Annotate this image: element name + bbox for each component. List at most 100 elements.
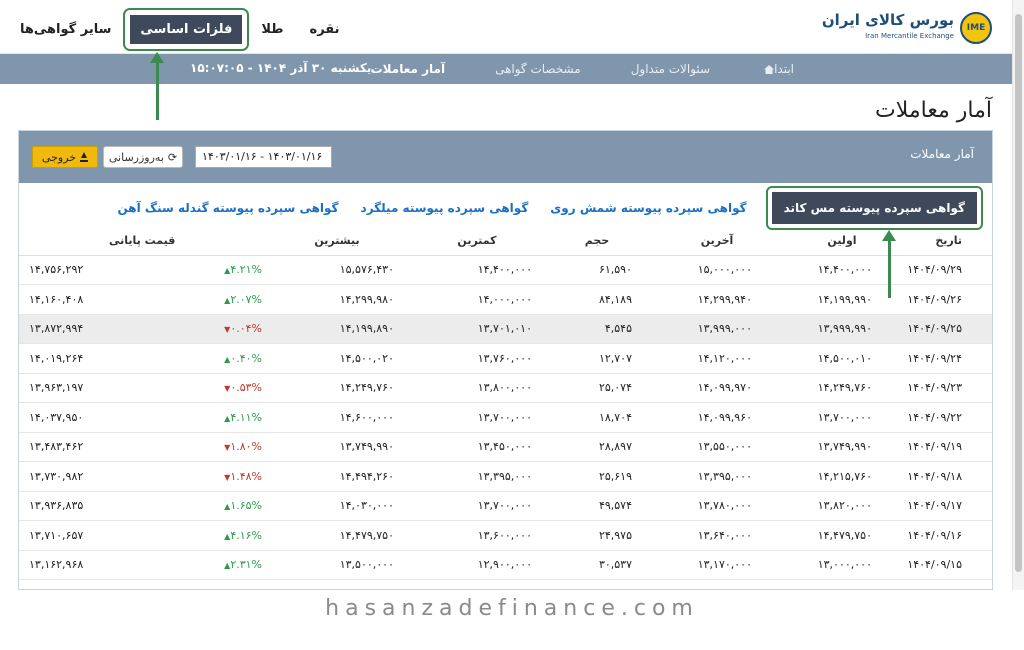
- tab-base-metals[interactable]: فلزات اساسی: [123, 8, 250, 51]
- cell-close: ۱۳,۹۳۶,۸۳۵: [19, 491, 192, 521]
- cell-change: ۲.۳۱%▲: [192, 550, 262, 580]
- site-logo[interactable]: IME بورس کالای ایران Iran Mercantile Exc…: [822, 8, 992, 48]
- annotation-arrow-cert: [882, 230, 896, 298]
- col-close[interactable]: قیمت پایانی: [19, 227, 192, 256]
- table-row[interactable]: ۱۴۰۴/۰۹/۲۹ ۱۴,۴۰۰,۰۰۰ ۱۵,۰۰۰,۰۰۰ ۶۱,۵۹۰ ۱۴,۴…: [19, 255, 992, 285]
- scrollbar-thumb[interactable]: [1015, 14, 1022, 572]
- cell-max: ۱۴,۴۷۹,۷۵۰: [262, 520, 412, 551]
- cell-date: ۱۴۰۴/۰۹/۲۲: [902, 402, 992, 433]
- date-range-input[interactable]: ۱۴۰۳/۰۱/۱۶ - ۱۴۰۳/۰۱/۱۶: [195, 146, 332, 168]
- cell-close: ۱۳,۷۱۰,۶۵۷: [19, 520, 192, 551]
- table-header-row: تاریخ اولین آخرین حجم کمترین بیشترین قیم…: [19, 227, 992, 256]
- subnav-certificate-specs[interactable]: مشخصات گواهی: [495, 62, 581, 76]
- col-min[interactable]: کمترین: [412, 227, 542, 256]
- refresh-button[interactable]: به‌روزرسانی ⟳: [103, 146, 183, 168]
- cell-change: ۰.۴۰%▲: [192, 343, 262, 374]
- main-nav-tabs: سایر گواهی‌ها فلزات اساسی طلا نقره: [10, 8, 350, 51]
- subnav-home[interactable]: ابتدا: [760, 62, 794, 76]
- cell-volume: ۶۱,۵۹۰: [542, 255, 652, 285]
- cell-min: ۱۳,۷۶۰,۰۰۰: [412, 343, 542, 374]
- cell-last: ۱۳,۷۸۰,۰۰۰: [652, 491, 782, 521]
- cell-min: ۱۳,۷۰۰,۰۰۰: [412, 402, 542, 433]
- cell-volume: ۲۵,۶۱۹: [542, 461, 652, 492]
- cell-volume: ۲۸,۸۹۷: [542, 432, 652, 462]
- cell-max: ۱۴,۶۰۰,۰۰۰: [262, 402, 412, 433]
- cert-tab-rebar[interactable]: گواهی سپرده پیوسته میلگرد: [361, 201, 529, 215]
- subnav-trade-stats[interactable]: آمار معاملات: [371, 62, 445, 76]
- current-datetime: یکشنبه ۳۰ آذر ۱۴۰۴ - ۱۵:۰۷:۰۵: [190, 61, 372, 75]
- table-row[interactable]: ۱۴۰۴/۰۹/۱۷ ۱۳,۸۲۰,۰۰۰ ۱۳,۷۸۰,۰۰۰ ۴۹,۵۷۴ ۱۳,۷…: [19, 491, 992, 521]
- table-row[interactable]: ۱۴۰۴/۰۹/۱۶ ۱۴,۴۷۹,۷۵۰ ۱۳,۶۴۰,۰۰۰ ۲۴,۹۷۵ ۱۳,۶…: [19, 520, 992, 551]
- table-row[interactable]: ۱۴۰۴/۰۹/۱۸ ۱۴,۲۱۵,۷۶۰ ۱۳,۳۹۵,۰۰۰ ۲۵,۶۱۹ ۱۳,۳…: [19, 461, 992, 492]
- cell-date: ۱۴۰۴/۰۹/۲۶: [902, 284, 992, 315]
- cell-date: ۱۴۰۴/۰۹/۲۳: [902, 373, 992, 403]
- cell-last: ۱۳,۱۷۰,۰۰۰: [652, 550, 782, 580]
- logo-title: بورس کالای ایران: [821, 11, 954, 29]
- cert-tab-zinc-ingot[interactable]: گواهی سپرده پیوسته شمش روی: [550, 201, 746, 215]
- cell-volume: ۴۹,۵۷۴: [542, 491, 652, 521]
- change-value: ۴.۱۶%: [230, 528, 262, 542]
- col-date[interactable]: تاریخ: [902, 227, 992, 256]
- tab-gold[interactable]: طلا: [251, 15, 293, 44]
- tab-silver[interactable]: نقره: [300, 15, 350, 44]
- change-value: ۰.۰۴%: [230, 322, 262, 336]
- cell-min: ۱۳,۶۰۰,۰۰۰: [412, 520, 542, 551]
- table-row[interactable]: ۱۴۰۴/۰۹/۲۵ ۱۳,۹۹۹,۹۹۰ ۱۳,۹۹۹,۰۰۰ ۴,۵۴۵ ۱۳,۷۰…: [19, 314, 992, 344]
- cell-volume: ۴,۵۴۵: [542, 314, 652, 344]
- cell-close: ۱۳,۷۳۰,۹۸۲: [19, 461, 192, 492]
- change-value: ۰.۴۰%: [230, 351, 262, 365]
- change-badge: ۱.۸۰%▼: [224, 440, 262, 453]
- subnav-home-label: ابتدا: [774, 62, 794, 76]
- cell-change: ۱.۶۵%▲: [192, 491, 262, 521]
- cell-min: ۱۳,۳۹۵,۰۰۰: [412, 461, 542, 492]
- col-volume[interactable]: حجم: [542, 227, 652, 256]
- cell-max: ۱۴,۴۹۴,۲۶۰: [262, 461, 412, 492]
- cell-close: ۱۳,۹۶۳,۱۹۷: [19, 373, 192, 403]
- col-last[interactable]: آخرین: [652, 227, 782, 256]
- table-row[interactable]: ۱۴۰۴/۰۹/۲۲ ۱۳,۷۰۰,۰۰۰ ۱۴,۰۹۹,۹۶۰ ۱۸,۷۰۴ ۱۳,۷…: [19, 402, 992, 433]
- table-row[interactable]: ۱۴۰۴/۰۹/۲۴ ۱۴,۵۰۰,۰۱۰ ۱۴,۱۲۰,۰۰۰ ۱۲,۷۰۷ ۱۳,۷…: [19, 343, 992, 374]
- export-button[interactable]: خروجی: [32, 146, 98, 168]
- card-title: آمار معاملات: [910, 147, 974, 161]
- cell-last: ۱۳,۹۹۹,۰۰۰: [652, 314, 782, 344]
- stats-card: آمار معاملات ۱۴۰۳/۰۱/۱۶ - ۱۴۰۳/۰۱/۱۶ به‌…: [18, 130, 993, 590]
- cell-max: ۱۴,۵۰۰,۰۲۰: [262, 343, 412, 374]
- cell-last: ۱۳,۳۹۵,۰۰۰: [652, 461, 782, 492]
- table-row[interactable]: ۱۴۰۴/۰۹/۱۵ ۱۳,۰۰۰,۰۰۰ ۱۳,۱۷۰,۰۰۰ ۳۰,۵۳۷ ۱۲,۹…: [19, 550, 992, 580]
- cell-max: ۱۳,۵۰۰,۰۰۰: [262, 550, 412, 580]
- cert-tab-iron-ore-pellet[interactable]: گواهی سپرده پیوسته گندله سنگ آهن: [117, 201, 338, 215]
- cell-change: ۴.۱۶%▲: [192, 520, 262, 551]
- ime-logo-icon: IME: [960, 12, 992, 44]
- table-row[interactable]: ۱۴۰۴/۰۹/۲۶ ۱۴,۱۹۹,۹۹۰ ۱۴,۲۹۹,۹۴۰ ۸۴,۱۸۹ ۱۴,۰…: [19, 284, 992, 315]
- cell-volume: ۱۸,۷۰۴: [542, 402, 652, 433]
- cell-min: ۱۲,۹۰۰,۰۰۰: [412, 550, 542, 580]
- change-badge: ۱.۶۵%▲: [224, 499, 262, 512]
- cell-first: ۱۳,۸۲۰,۰۰۰: [782, 491, 902, 521]
- cell-close: ۱۴,۰۱۹,۲۶۴: [19, 343, 192, 374]
- cell-last: ۱۵,۰۰۰,۰۰۰: [652, 255, 782, 285]
- cert-tab-copper-cathode[interactable]: گواهی سپرده پیوسته مس کاتد: [765, 186, 984, 230]
- cell-volume: ۸۴,۱۸۹: [542, 284, 652, 315]
- cell-first: ۱۴,۲۱۵,۷۶۰: [782, 461, 902, 492]
- export-icon: [80, 152, 89, 162]
- table-row[interactable]: ۱۴۰۴/۰۹/۲۳ ۱۴,۲۴۹,۷۶۰ ۱۴,۰۹۹,۹۷۰ ۲۵,۰۷۴ ۱۳,۸…: [19, 373, 992, 403]
- certificate-tabs: گواهی سپرده پیوسته مس کاتد گواهی سپرده پ…: [117, 186, 984, 230]
- change-badge: ۴.۱۱%▲: [224, 411, 262, 424]
- sub-nav-items: ابتدا سئوالات متداول مشخصات گواهی آمار م…: [371, 54, 794, 84]
- page-title: آمار معاملات: [875, 98, 992, 123]
- change-badge: ۰.۴۰%▲: [224, 352, 262, 365]
- table-row[interactable]: ۱۴۰۴/۰۹/۱۹ ۱۳,۷۴۹,۹۹۰ ۱۳,۵۵۰,۰۰۰ ۲۸,۸۹۷ ۱۳,۴…: [19, 432, 992, 462]
- page-scrollbar[interactable]: [1012, 0, 1024, 590]
- change-badge: ۰.۰۴%▼: [224, 322, 262, 335]
- cell-change: ۲.۰۷%▲: [192, 284, 262, 315]
- cell-first: ۱۴,۴۰۰,۰۰۰: [782, 255, 902, 285]
- subnav-faq[interactable]: سئوالات متداول: [631, 62, 710, 76]
- cell-date: ۱۴۰۴/۰۹/۱۶: [902, 520, 992, 551]
- logo-subtitle: Iran Mercantile Exchange: [865, 32, 954, 40]
- cell-date: ۱۴۰۴/۰۹/۲۴: [902, 343, 992, 374]
- col-max[interactable]: بیشترین: [262, 227, 412, 256]
- cell-last: ۱۴,۰۹۹,۹۶۰: [652, 402, 782, 433]
- change-badge: ۲.۳۱%▲: [224, 558, 262, 571]
- cell-volume: ۲۵,۰۷۴: [542, 373, 652, 403]
- tab-other-certificates[interactable]: سایر گواهی‌ها: [10, 15, 121, 44]
